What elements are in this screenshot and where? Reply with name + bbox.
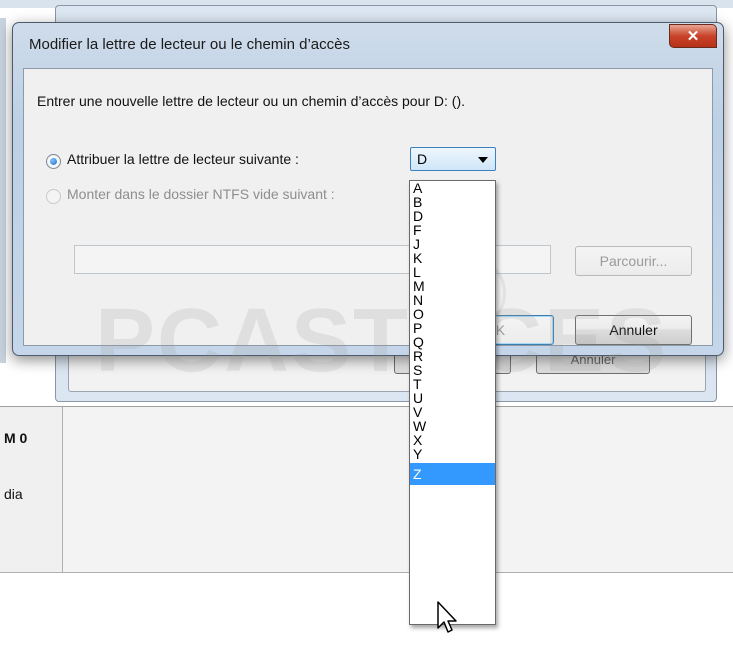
dropdown-option[interactable]: A: [410, 181, 495, 195]
disk-label: M 0: [4, 430, 28, 446]
dialog-content: Entrer une nouvelle lettre de lecteur ou…: [23, 68, 713, 346]
dropdown-option[interactable]: Y: [410, 447, 495, 461]
dropdown-option[interactable]: J: [410, 237, 495, 251]
assign-letter-label[interactable]: Attribuer la lettre de lecteur suivante …: [67, 151, 299, 167]
drive-letter-value: D: [417, 151, 428, 167]
close-icon: ✕: [686, 28, 700, 45]
dropdown-option[interactable]: D: [410, 209, 495, 223]
dropdown-option[interactable]: M: [410, 279, 495, 293]
dropdown-option[interactable]: L: [410, 265, 495, 279]
close-button[interactable]: ✕: [669, 24, 717, 48]
background-divider-bottom: [0, 572, 733, 573]
dropdown-option[interactable]: X: [410, 433, 495, 447]
dropdown-option[interactable]: T: [410, 377, 495, 391]
browse-button[interactable]: Parcourir...: [575, 246, 692, 276]
dropdown-option[interactable]: U: [410, 391, 495, 405]
cancel-button[interactable]: Annuler: [575, 315, 692, 345]
mouse-cursor-icon: [437, 601, 457, 633]
dropdown-option[interactable]: V: [410, 405, 495, 419]
dropdown-option[interactable]: Q: [410, 335, 495, 349]
dropdown-option[interactable]: P: [410, 321, 495, 335]
disk-partition-area: [63, 407, 733, 572]
dropdown-option[interactable]: K: [410, 251, 495, 265]
dialog-title: Modifier la lettre de lecteur ou le chem…: [29, 36, 350, 53]
assign-letter-radio[interactable]: [46, 154, 61, 169]
background-side-border: [0, 18, 6, 363]
instruction-text: Entrer une nouvelle lettre de lecteur ou…: [37, 93, 466, 109]
dropdown-option[interactable]: Z: [410, 463, 495, 485]
disk-media-label: dia: [4, 486, 23, 502]
dropdown-option[interactable]: R: [410, 349, 495, 363]
dropdown-option[interactable]: S: [410, 363, 495, 377]
drive-letter-dropdown-list[interactable]: ABDFJKLMNOPQRSTUVWXYZ: [409, 180, 496, 625]
dropdown-option[interactable]: F: [410, 223, 495, 237]
mount-folder-label[interactable]: Monter dans le dossier NTFS vide suivant…: [67, 186, 335, 202]
mount-folder-radio[interactable]: [46, 189, 61, 204]
change-drive-letter-dialog: Modifier la lettre de lecteur ou le chem…: [12, 22, 724, 356]
drive-letter-select[interactable]: D: [410, 147, 496, 171]
dropdown-option[interactable]: W: [410, 419, 495, 433]
chevron-down-icon: [478, 157, 488, 163]
dropdown-option[interactable]: N: [410, 293, 495, 307]
dropdown-option[interactable]: O: [410, 307, 495, 321]
dropdown-option[interactable]: B: [410, 195, 495, 209]
